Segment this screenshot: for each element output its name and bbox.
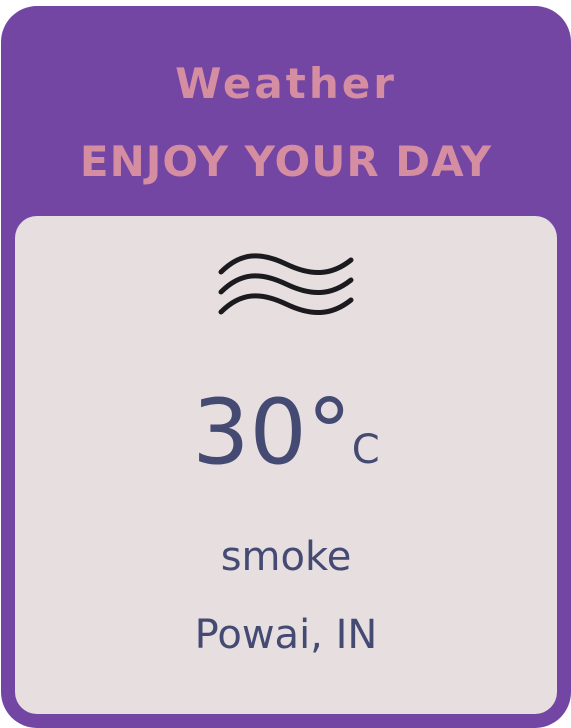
card-header: Weather ENJOY YOUR DAY xyxy=(15,6,557,216)
location-label: Powai, IN xyxy=(194,612,378,658)
weather-panel: 30°C smoke Powai, IN xyxy=(15,216,557,714)
temperature-readout: 30°C xyxy=(15,378,557,505)
weather-card: Weather ENJOY YOUR DAY 30°C smoke Powai,… xyxy=(1,6,571,728)
weather-condition: smoke xyxy=(220,534,352,580)
temperature-unit: C xyxy=(351,427,380,473)
app-title: Weather xyxy=(175,59,397,108)
mist-wave-icon xyxy=(218,253,354,316)
greeting-subtitle: ENJOY YOUR DAY xyxy=(79,137,493,186)
temperature-value: 30° xyxy=(192,380,352,485)
